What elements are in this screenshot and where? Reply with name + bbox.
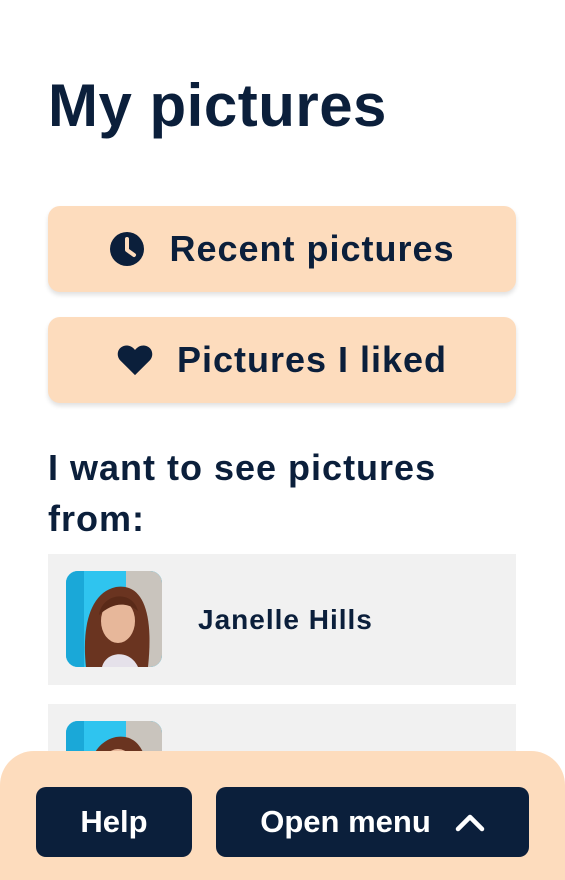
open-menu-label: Open menu: [260, 804, 431, 839]
bottom-bar: Help Open menu: [0, 751, 565, 880]
avatar: [66, 571, 162, 667]
help-label: Help: [80, 804, 148, 839]
open-menu-button[interactable]: Open menu: [216, 787, 529, 857]
sources-heading: I want to see pictures from:: [48, 447, 437, 539]
help-button[interactable]: Help: [36, 787, 192, 857]
page-title: My pictures: [48, 72, 387, 139]
liked-pictures-label: Pictures I liked: [176, 339, 448, 380]
source-item-janelle-hills[interactable]: Janelle Hills: [48, 554, 516, 685]
liked-pictures-button[interactable]: Pictures I liked: [48, 317, 516, 403]
heart-icon: [117, 342, 153, 378]
clock-icon: [109, 231, 145, 267]
recent-pictures-label: Recent pictures: [169, 228, 455, 269]
recent-pictures-button[interactable]: Recent pictures: [48, 206, 516, 292]
source-name: Janelle Hills: [198, 604, 373, 635]
chevron-up-icon: [455, 807, 485, 837]
